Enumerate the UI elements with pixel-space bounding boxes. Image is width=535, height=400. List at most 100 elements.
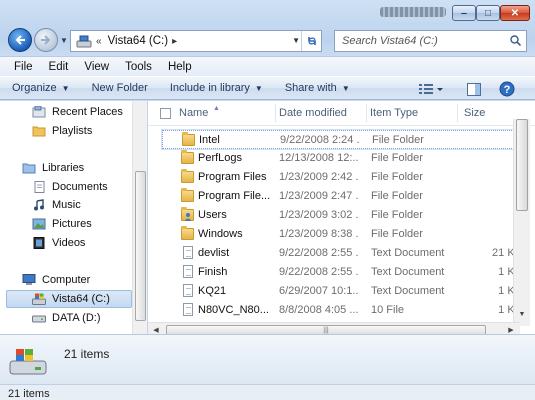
file-date-modified: 9/22/2008 2:55 ... — [279, 266, 359, 278]
scroll-right-arrow-icon[interactable]: ▶ — [503, 323, 519, 334]
back-button[interactable] — [8, 28, 32, 52]
table-row[interactable]: devlist 9/22/2008 2:55 ... Text Document… — [162, 244, 522, 263]
sidebar-item-documents[interactable]: Documents — [0, 178, 135, 196]
chevron-down-icon: ▼ — [61, 84, 70, 93]
organize-label: Organize — [12, 82, 57, 94]
table-row[interactable]: N80VC_N80... 8/8/2008 4:05 ... 10 File 1… — [162, 301, 522, 320]
address-bar[interactable]: « Vista64 (C:) ▸ ▼ — [70, 30, 322, 52]
menu-tools[interactable]: Tools — [117, 61, 160, 73]
sidebar-item-pictures[interactable]: Pictures — [0, 215, 135, 233]
sidebar-item-computer[interactable]: Computer — [0, 271, 135, 289]
folder-icon — [182, 132, 195, 146]
column-size[interactable]: Size — [464, 107, 485, 119]
sidebar-item-videos[interactable]: Videos — [0, 234, 135, 252]
sidebar-item-label: Libraries — [42, 162, 85, 174]
help-button[interactable]: ? — [499, 81, 515, 97]
table-row[interactable]: Intel 9/22/2008 2:24 ... File Folder — [161, 129, 523, 150]
command-bar: Organize ▼ New Folder Include in library ▼… — [0, 76, 535, 100]
sidebar-item-data-d[interactable]: DATA (D:) — [0, 309, 135, 327]
navigation-pane-scrollbar[interactable] — [132, 101, 147, 334]
search-input[interactable]: Search Vista64 (C:) — [342, 35, 438, 47]
sort-ascending-icon: ▲ — [213, 105, 220, 112]
refresh-button[interactable] — [301, 31, 321, 51]
file-type: 10 File — [371, 304, 405, 316]
file-date-modified: 9/22/2008 2:24 ... — [280, 134, 360, 146]
table-row[interactable]: Users 1/23/2009 3:02 ... File Folder — [162, 206, 522, 225]
preview-pane-button[interactable] — [466, 81, 482, 97]
music-icon — [32, 199, 46, 211]
include-in-library-button[interactable]: Include in library ▼ — [170, 82, 263, 94]
minimize-button[interactable]: ‒ — [452, 5, 476, 21]
maximize-button[interactable]: □ — [476, 5, 500, 21]
search-box[interactable]: Search Vista64 (C:) — [334, 30, 527, 52]
table-row[interactable]: KQ21 6/29/2007 10:1... Text Document 1 K… — [162, 282, 522, 301]
file-date-modified: 1/23/2009 8:38 ... — [279, 228, 359, 240]
file-icon — [183, 303, 193, 316]
file-date-modified: 1/23/2009 2:47 ... — [279, 190, 359, 202]
menu-file[interactable]: File — [6, 61, 41, 73]
chevron-down-icon: ▼ — [341, 84, 350, 93]
table-row[interactable]: Finish 9/22/2008 2:55 ... Text Document … — [162, 263, 522, 282]
file-name: Users — [198, 209, 227, 221]
file-name: Program File... — [198, 190, 270, 202]
column-item-type[interactable]: Item Type — [370, 107, 418, 119]
column-headers: Name ▲ Date modified Item Type Size — [148, 101, 535, 126]
sidebar-item-label: Music — [52, 199, 81, 211]
column-divider[interactable] — [457, 104, 458, 122]
computer-drive-icon — [76, 35, 92, 48]
table-row[interactable]: Program File... 1/23/2009 2:47 ... File … — [162, 187, 522, 206]
address-dropdown-icon[interactable]: ▼ — [292, 36, 300, 45]
file-list-vertical-scrollbar[interactable]: ▼ — [513, 119, 530, 326]
scroll-down-arrow-icon[interactable]: ▼ — [514, 308, 530, 322]
new-folder-button[interactable]: New Folder — [92, 82, 148, 94]
breadcrumb-separator[interactable]: « — [96, 36, 102, 47]
navigation-pane-scroll-thumb[interactable] — [135, 171, 146, 321]
file-date-modified: 8/8/2008 4:05 ... — [279, 304, 359, 316]
share-with-button[interactable]: Share with ▼ — [285, 82, 350, 94]
sidebar-item-vista64-c[interactable]: Vista64 (C:) — [6, 290, 132, 308]
select-all-checkbox[interactable] — [160, 108, 171, 119]
help-icon: ? — [499, 81, 515, 97]
recent-places-icon — [32, 105, 46, 118]
recent-pages-dropdown[interactable]: ▼ — [60, 36, 68, 45]
column-divider[interactable] — [366, 104, 367, 122]
menu-help[interactable]: Help — [160, 61, 200, 73]
search-icon[interactable] — [510, 35, 521, 46]
breadcrumb-current[interactable]: Vista64 (C:) — [108, 35, 169, 47]
file-name: N80VC_N80... — [198, 304, 269, 316]
forward-button[interactable] — [34, 28, 58, 52]
table-row[interactable]: Program Files 1/23/2009 2:42 ... File Fo… — [162, 168, 522, 187]
horizontal-scroll-thumb[interactable]: ||| — [166, 325, 486, 334]
table-row[interactable]: PerfLogs 12/13/2008 12:... File Folder — [162, 149, 522, 168]
sidebar-item-label: Pictures — [52, 218, 92, 230]
file-type: File Folder — [372, 134, 424, 146]
explorer-window: ‒ □ ✕ ▼ « Vista64 (C:) ▸ ▼ Search Vista6… — [0, 0, 535, 400]
column-divider[interactable] — [275, 104, 276, 122]
sidebar-item-libraries[interactable]: Libraries — [0, 159, 135, 177]
sidebar-item-recent-places[interactable]: Recent Places — [0, 103, 135, 121]
file-list-horizontal-scrollbar[interactable]: ◀ ||| ▶ — [148, 322, 520, 334]
column-name[interactable]: Name ▲ — [179, 105, 220, 119]
organize-button[interactable]: Organize ▼ — [12, 82, 70, 94]
sidebar-item-music[interactable]: Music — [0, 196, 135, 214]
menu-view[interactable]: View — [76, 61, 117, 73]
close-button[interactable]: ✕ — [500, 5, 530, 21]
chevron-down-icon: ▼ — [254, 84, 263, 93]
text-document-icon — [183, 284, 193, 297]
table-row[interactable]: Windows 1/23/2009 8:38 ... File Folder — [162, 225, 522, 244]
file-name: KQ21 — [198, 285, 227, 297]
file-type: File Folder — [371, 171, 423, 183]
vertical-scroll-thumb[interactable] — [516, 119, 528, 211]
scroll-left-arrow-icon[interactable]: ◀ — [148, 323, 164, 334]
window-title-blurred — [380, 7, 446, 17]
details-view-icon — [419, 84, 443, 94]
file-date-modified: 6/29/2007 10:1... — [279, 285, 359, 297]
sidebar-item-playlists[interactable]: Playlists — [0, 122, 135, 140]
menu-edit[interactable]: Edit — [41, 61, 77, 73]
column-date-modified[interactable]: Date modified — [279, 107, 347, 119]
change-view-button[interactable] — [416, 81, 446, 97]
breadcrumb-chevron-icon[interactable]: ▸ — [172, 36, 177, 47]
folder-icon — [181, 150, 194, 164]
file-name: PerfLogs — [198, 152, 243, 164]
pictures-icon — [32, 218, 46, 230]
